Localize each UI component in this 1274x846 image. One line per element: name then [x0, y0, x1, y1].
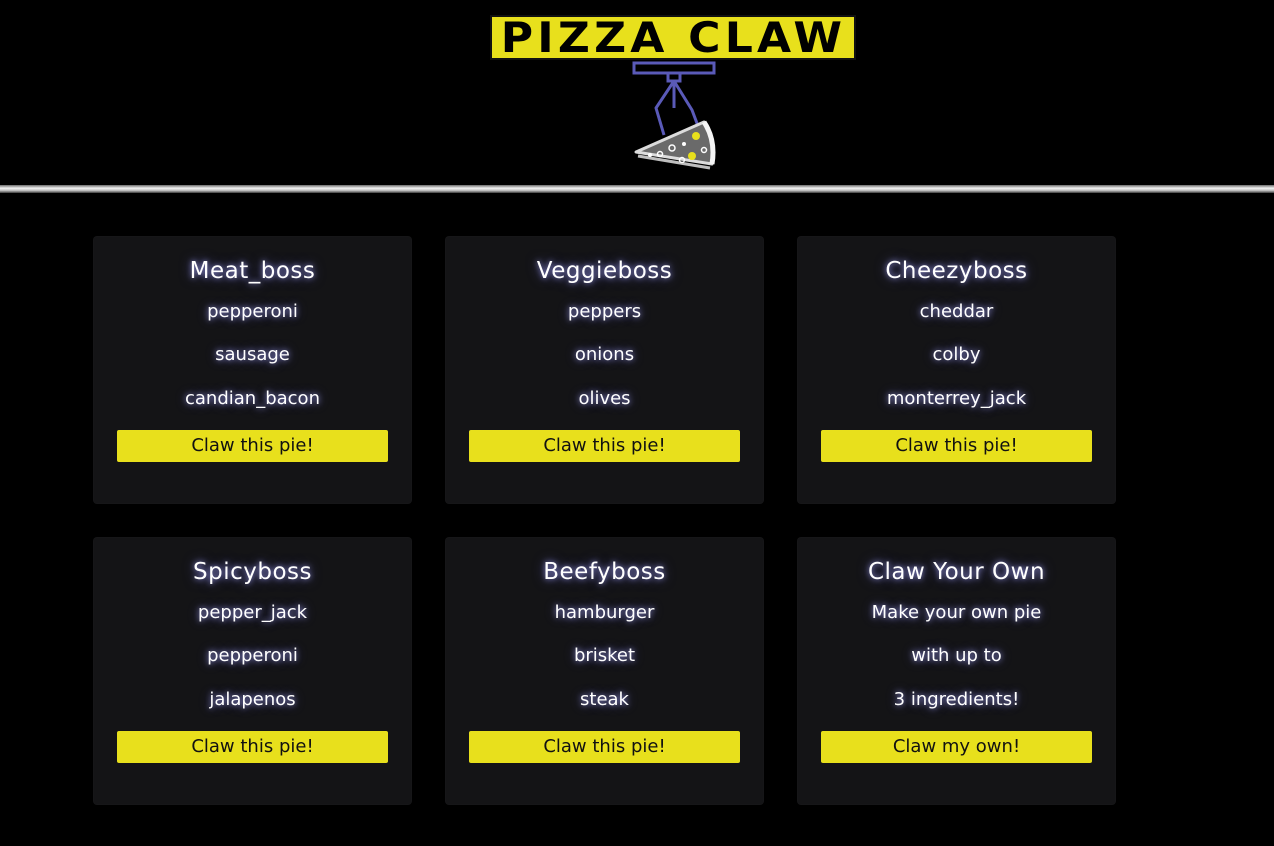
claw-this-pie-button[interactable]: Claw this pie! [117, 430, 388, 462]
pizza-ingredient: candian_bacon [185, 388, 320, 409]
pizza-ingredient: monterrey_jack [886, 388, 1027, 409]
pizza-ingredient: jalapenos [209, 689, 296, 710]
logo-text: PIZZA CLAW [500, 12, 846, 62]
card-description-line: Make your own pie [871, 602, 1042, 623]
claw-holding-pizza-icon [632, 61, 716, 170]
pizza-ingredient: brisket [573, 645, 636, 666]
pizza-ingredient: sausage [215, 344, 290, 365]
pizza-ingredient: olives [578, 388, 631, 409]
pizza-card-title: Cheezyboss [885, 258, 1028, 284]
pizza-card-title: Claw Your Own [867, 559, 1046, 585]
pizza-card-claw-your-own: Claw Your Own Make your own pie with up … [798, 538, 1115, 804]
pizza-card-veggieboss: Veggieboss peppers onions olives Claw th… [446, 237, 763, 503]
claw-this-pie-button[interactable]: Claw this pie! [117, 731, 388, 763]
pizza-ingredient: onions [574, 344, 635, 365]
claw-this-pie-button[interactable]: Claw this pie! [469, 430, 740, 462]
pizza-ingredient: peppers [567, 301, 642, 322]
pizza-ingredient: pepper_jack [197, 602, 308, 623]
pizza-card-title: Meat_boss [189, 258, 316, 284]
header-divider [0, 185, 1274, 193]
pizza-ingredient: steak [580, 689, 629, 710]
pizza-card-beefyboss: Beefyboss hamburger brisket steak Claw t… [446, 538, 763, 804]
pizza-card-spicyboss: Spicyboss pepper_jack pepperoni jalapeno… [94, 538, 411, 804]
claw-my-own-button[interactable]: Claw my own! [821, 731, 1092, 763]
pizza-ingredient: hamburger [554, 602, 655, 623]
pizza-card-title: Beefyboss [543, 559, 666, 585]
pizza-card-title: Veggieboss [536, 258, 673, 284]
site-header: PIZZA CLAW [0, 0, 1274, 193]
claw-this-pie-button[interactable]: Claw this pie! [469, 731, 740, 763]
pizza-ingredient: pepperoni [207, 645, 298, 666]
pizza-card-title: Spicyboss [193, 559, 312, 585]
claw-this-pie-button[interactable]: Claw this pie! [821, 430, 1092, 462]
pizza-card-meat-boss: Meat_boss pepperoni sausage candian_baco… [94, 237, 411, 503]
logo[interactable]: PIZZA CLAW [490, 15, 860, 63]
pizza-card-cheezyboss: Cheezyboss cheddar colby monterrey_jack … [798, 237, 1115, 503]
pizza-ingredient: pepperoni [207, 301, 298, 322]
card-description-line: 3 ingredients! [893, 689, 1020, 710]
card-description-line: with up to [911, 645, 1002, 666]
logo-banner: PIZZA CLAW [490, 15, 856, 60]
pizza-ingredient: cheddar [919, 301, 994, 322]
pizza-ingredient: colby [932, 344, 981, 365]
